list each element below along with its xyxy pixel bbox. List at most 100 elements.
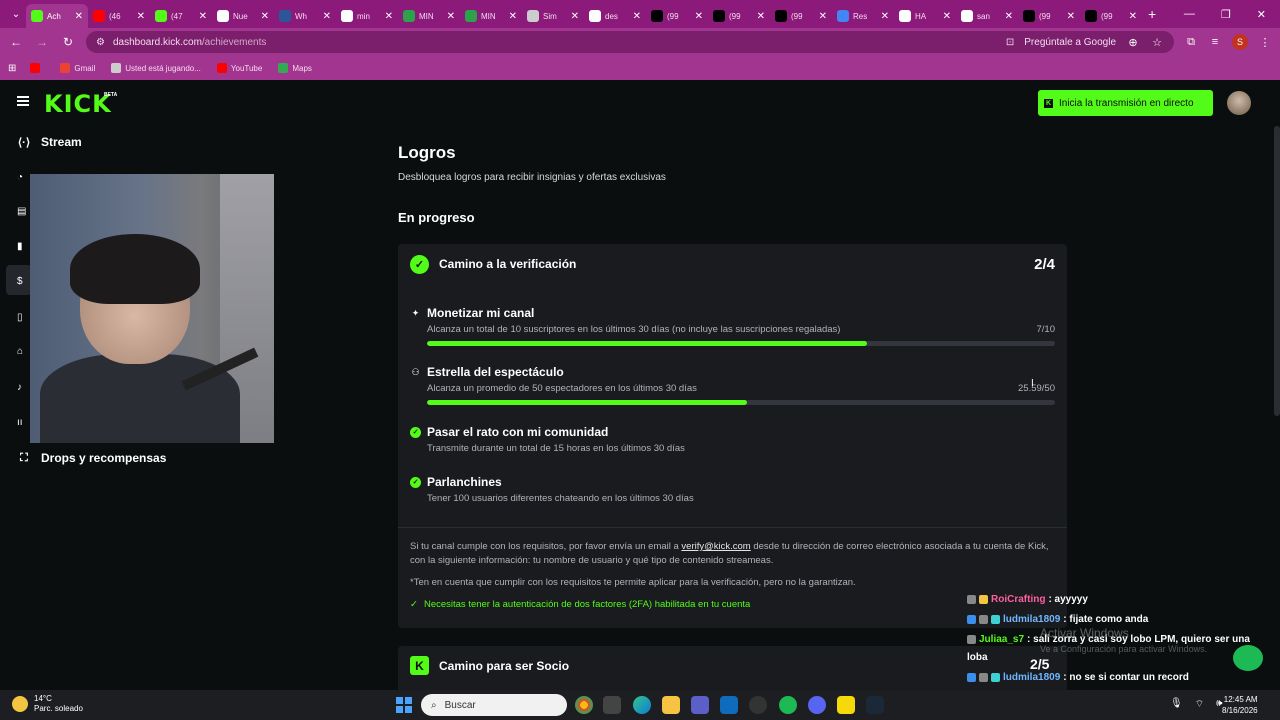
- apps-grid-icon[interactable]: ⊞: [8, 63, 16, 74]
- tab-close-icon[interactable]: ✕: [323, 11, 331, 22]
- reload-icon[interactable]: ↻: [60, 35, 76, 49]
- tab-close-icon[interactable]: ✕: [881, 11, 889, 22]
- restore-icon[interactable]: ❐: [1221, 8, 1231, 21]
- tab-title: (99: [1101, 11, 1113, 21]
- tab-close-icon[interactable]: ✕: [447, 11, 455, 22]
- tab-close-icon[interactable]: ✕: [199, 11, 207, 22]
- verification-card-header[interactable]: ✓ Camino a la verificación 2/4: [410, 254, 1055, 274]
- wifi-icon[interactable]: ⌔: [1195, 698, 1204, 711]
- browser-tab[interactable]: (99 ✕: [1018, 4, 1080, 28]
- hamburger-menu-icon[interactable]: [17, 96, 29, 106]
- browser-tab[interactable]: des ✕: [584, 4, 646, 28]
- tab-close-icon[interactable]: ✕: [385, 11, 393, 22]
- tab-close-icon[interactable]: ✕: [75, 11, 83, 22]
- taskbar-search-input[interactable]: ⌕ Buscar: [421, 694, 567, 716]
- tab-close-icon[interactable]: ✕: [695, 11, 703, 22]
- sidebar-collapsed-icon[interactable]: ▮: [17, 241, 27, 252]
- user-avatar[interactable]: [1227, 91, 1251, 115]
- discord-icon[interactable]: [808, 696, 826, 714]
- card-title: Camino a la verificación: [439, 257, 577, 271]
- google-lens-icon[interactable]: ⊡: [1006, 37, 1014, 48]
- browser-tab[interactable]: (99 ✕: [770, 4, 832, 28]
- xbox-icon[interactable]: [749, 696, 767, 714]
- sidebar-collapsed-icon[interactable]: ◔: [17, 172, 27, 183]
- steam-icon[interactable]: [866, 696, 884, 714]
- zoom-icon[interactable]: ⊕: [1126, 36, 1140, 49]
- sidebar-collapsed-icon[interactable]: ⌂: [17, 346, 27, 357]
- file-manager-icon[interactable]: [603, 696, 621, 714]
- go-live-button[interactable]: K Inicia la transmisión en directo: [1038, 90, 1213, 116]
- profile-avatar[interactable]: S: [1232, 34, 1248, 50]
- tab-close-icon[interactable]: ✕: [1129, 11, 1137, 22]
- sidebar-collapsed-icon[interactable]: ıı: [17, 417, 27, 428]
- browser-tab[interactable]: Wh ✕: [274, 4, 336, 28]
- taskbar-clock[interactable]: 12:45 AM 8/16/2026: [1222, 694, 1258, 716]
- browser-tab[interactable]: (47 ✕: [150, 4, 212, 28]
- minimize-icon[interactable]: —: [1184, 8, 1195, 21]
- sidebar-item-stream[interactable]: ⟨·⟩ Stream: [17, 135, 82, 149]
- sidebar-collapsed-icon[interactable]: $: [17, 276, 27, 287]
- browser-tab[interactable]: MIN ✕: [398, 4, 460, 28]
- ask-google-button[interactable]: Pregúntale a Google: [1024, 37, 1116, 48]
- sidebar-item-drops[interactable]: ⛶ Drops y recompensas: [17, 451, 166, 465]
- bookmark-item[interactable]: [30, 63, 44, 73]
- bookmark-star-icon[interactable]: ☆: [1150, 36, 1164, 49]
- new-tab-button[interactable]: +: [1148, 6, 1168, 22]
- back-icon[interactable]: ←: [8, 35, 24, 49]
- close-window-icon[interactable]: ✕: [1257, 8, 1266, 21]
- browser-tab[interactable]: Sim ✕: [522, 4, 584, 28]
- browser-tab[interactable]: Nue ✕: [212, 4, 274, 28]
- mic-icon[interactable]: 🎙︎: [1170, 698, 1183, 711]
- browser-tab[interactable]: Res ✕: [832, 4, 894, 28]
- explorer-folder-icon[interactable]: [662, 696, 680, 714]
- bookmark-item[interactable]: YouTube: [216, 63, 262, 73]
- browser-tab[interactable]: (99 ✕: [1080, 4, 1142, 28]
- browser-tab[interactable]: (46 ✕: [88, 4, 150, 28]
- progress-bar-fill: [427, 400, 748, 405]
- tab-close-icon[interactable]: ✕: [1005, 11, 1013, 22]
- chrome-taskbar-icon[interactable]: [575, 696, 593, 714]
- tab-close-icon[interactable]: ✕: [943, 11, 951, 22]
- browser-tab[interactable]: san ✕: [956, 4, 1018, 28]
- browser-tab[interactable]: (99 ✕: [646, 4, 708, 28]
- bookmark-item[interactable]: Gmail: [60, 63, 95, 73]
- reading-list-icon[interactable]: ≡: [1208, 36, 1222, 48]
- browser-tab[interactable]: (99 ✕: [708, 4, 770, 28]
- page-scrollbar[interactable]: [1274, 126, 1280, 416]
- browser-tab[interactable]: MIN ✕: [460, 4, 522, 28]
- verify-email-link[interactable]: verify@kick.com: [681, 541, 750, 552]
- site-info-icon[interactable]: ⚙: [96, 37, 105, 48]
- forward-icon[interactable]: →: [34, 35, 50, 49]
- bookmark-item[interactable]: Usted está jugando...: [111, 63, 201, 73]
- tab-close-icon[interactable]: ✕: [137, 11, 145, 22]
- weather-widget[interactable]: 14°C Parc. soleado: [12, 694, 83, 714]
- tab-close-icon[interactable]: ✕: [633, 11, 641, 22]
- tab-close-icon[interactable]: ✕: [757, 11, 765, 22]
- sticky-notes-icon[interactable]: [837, 696, 855, 714]
- tab-close-icon[interactable]: ✕: [509, 11, 517, 22]
- sidebar-collapsed-icon[interactable]: ▤: [17, 206, 27, 217]
- spotify-icon[interactable]: [779, 696, 797, 714]
- edge-icon[interactable]: [633, 696, 651, 714]
- kick-logo[interactable]: KICK: [44, 90, 112, 118]
- chat-bubble-icon[interactable]: [1233, 645, 1263, 671]
- sidebar-collapsed-icon[interactable]: ♪: [17, 382, 27, 393]
- mail-icon[interactable]: [720, 696, 738, 714]
- tab-search-icon[interactable]: ⌄: [6, 9, 26, 20]
- browser-tab[interactable]: min ✕: [336, 4, 398, 28]
- menu-kebab-icon[interactable]: ⋮: [1258, 36, 1272, 49]
- extensions-icon[interactable]: ⧉: [1184, 36, 1198, 49]
- gift-badge-icon: [991, 673, 1000, 682]
- bookmark-item[interactable]: Maps: [278, 63, 312, 73]
- sidebar-collapsed-icon[interactable]: ▯: [17, 312, 27, 323]
- tab-title: (99: [791, 11, 803, 21]
- tab-close-icon[interactable]: ✕: [261, 11, 269, 22]
- url-input[interactable]: ⚙ dashboard.kick.com/achievements ⊡ Preg…: [86, 31, 1174, 53]
- browser-tab[interactable]: HA ✕: [894, 4, 956, 28]
- windows-start-icon[interactable]: [396, 697, 412, 713]
- tab-close-icon[interactable]: ✕: [819, 11, 827, 22]
- tab-close-icon[interactable]: ✕: [571, 11, 579, 22]
- browser-tab[interactable]: Ach ✕: [26, 4, 88, 28]
- teams-icon[interactable]: [691, 696, 709, 714]
- tab-close-icon[interactable]: ✕: [1067, 11, 1075, 22]
